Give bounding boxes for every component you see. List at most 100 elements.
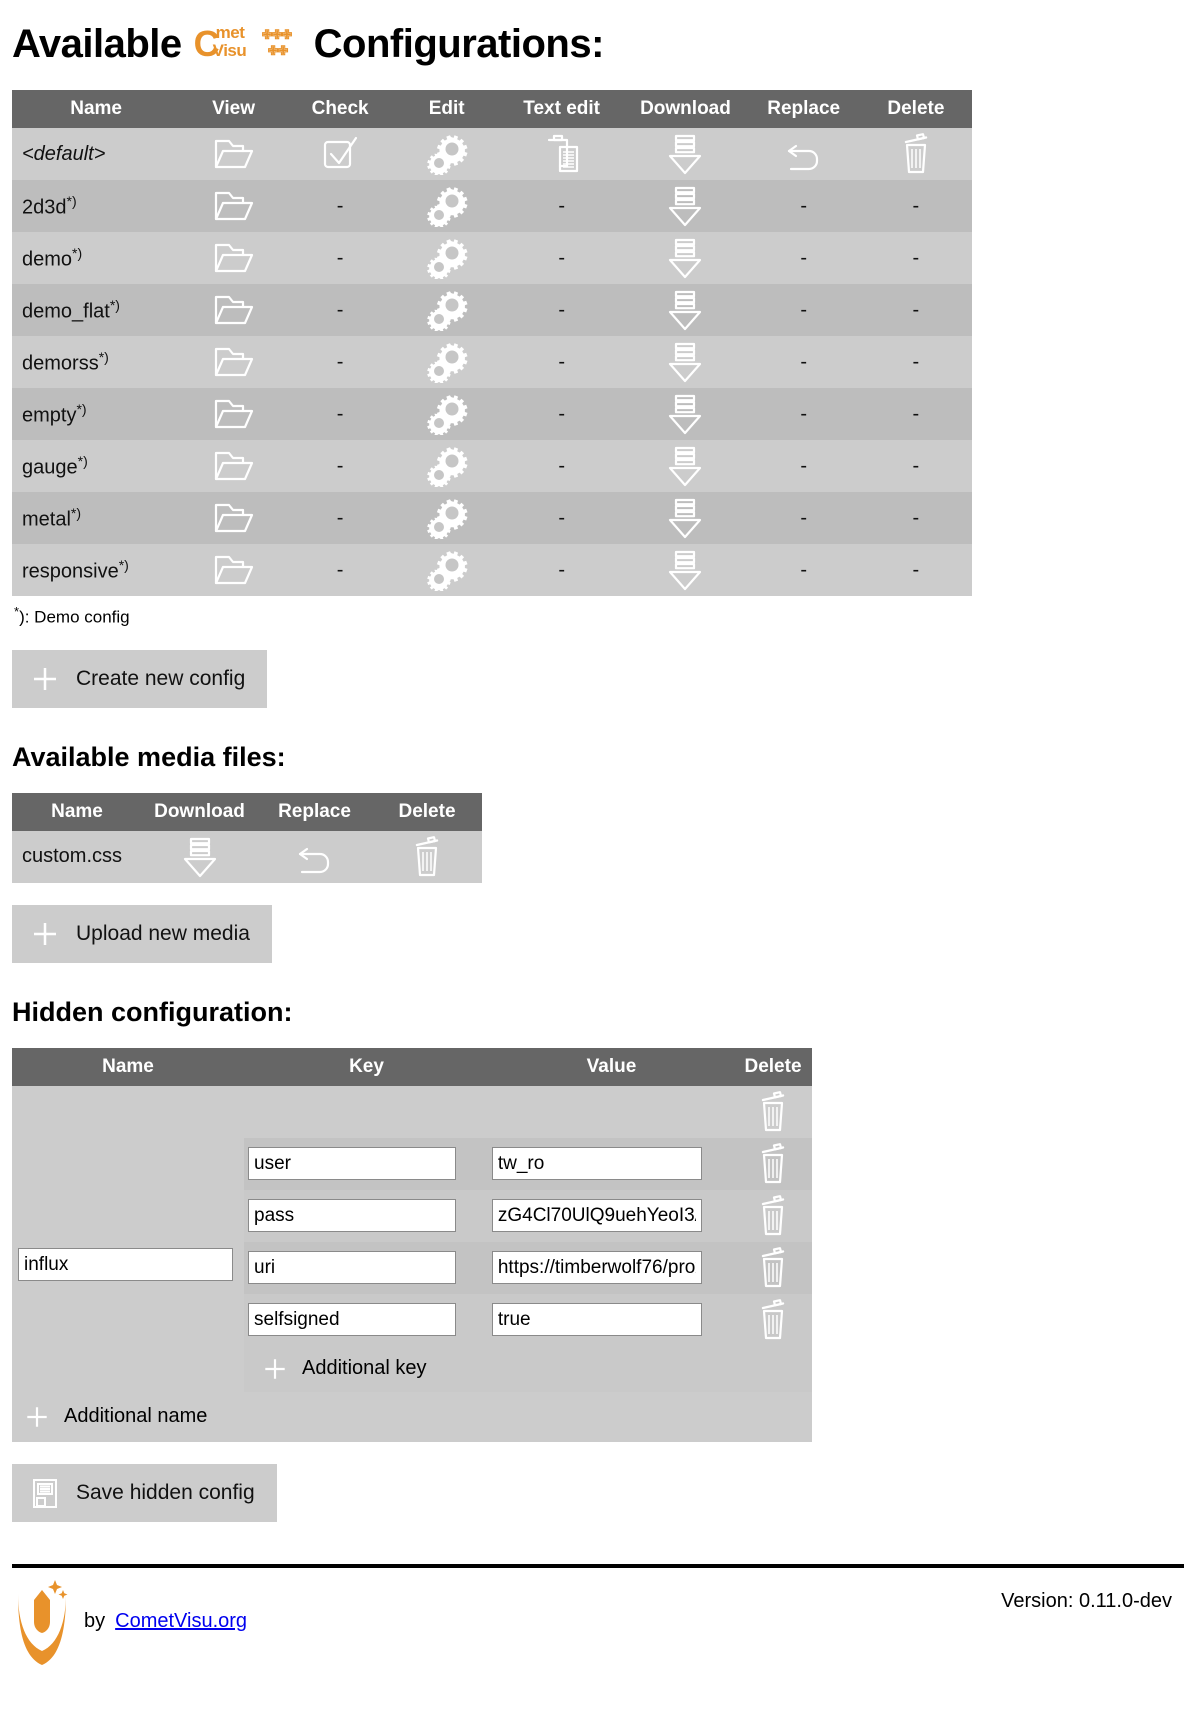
empty-placeholder: -	[558, 194, 565, 217]
trash-icon[interactable]	[410, 835, 444, 878]
clipboard-icon[interactable]	[541, 132, 583, 176]
key-input[interactable]	[248, 1303, 456, 1337]
delete-pair-cell[interactable]	[734, 1241, 812, 1294]
cell-textedit: -	[499, 492, 624, 544]
folder-icon[interactable]	[212, 292, 256, 328]
gears-icon[interactable]	[425, 445, 469, 489]
gears-icon[interactable]	[425, 393, 469, 437]
gears-icon[interactable]	[425, 133, 469, 177]
gears-icon[interactable]	[425, 185, 469, 229]
empty-placeholder: -	[912, 402, 920, 425]
cell-view[interactable]	[180, 284, 287, 336]
save-hidden-config-button[interactable]: Save hidden config	[12, 1463, 277, 1522]
folder-icon[interactable]	[212, 240, 256, 276]
download-icon[interactable]	[666, 288, 704, 332]
gears-icon[interactable]	[425, 497, 469, 541]
cell-edit[interactable]	[393, 232, 500, 284]
cell-check[interactable]	[286, 128, 394, 180]
trash-icon[interactable]	[756, 1194, 790, 1237]
hidden-name-input[interactable]	[18, 1248, 233, 1282]
table-row: empty*) - - - -	[12, 388, 972, 440]
delete-group-cell[interactable]	[734, 1085, 812, 1138]
gears-icon[interactable]	[425, 237, 469, 281]
checkbox-icon[interactable]	[320, 134, 360, 174]
download-icon[interactable]	[666, 548, 704, 592]
cell-delete[interactable]	[859, 128, 972, 180]
upload-new-media-button[interactable]: Upload new media	[12, 904, 272, 963]
folder-icon[interactable]	[212, 136, 256, 172]
cell-replace[interactable]	[747, 128, 860, 180]
cell-edit[interactable]	[393, 388, 500, 440]
cell-download[interactable]	[623, 440, 748, 492]
cell-edit[interactable]	[393, 128, 500, 180]
replace-icon[interactable]	[294, 837, 336, 877]
cell-download[interactable]	[623, 128, 748, 180]
cell-edit[interactable]	[393, 440, 500, 492]
cell-textedit[interactable]	[499, 128, 624, 180]
cell-view[interactable]	[180, 492, 287, 544]
download-icon[interactable]	[666, 132, 704, 176]
cell-view[interactable]	[180, 336, 287, 388]
media-cell-replace[interactable]	[257, 830, 372, 883]
download-icon[interactable]	[666, 392, 704, 436]
cell-download[interactable]	[623, 544, 748, 596]
cell-download[interactable]	[623, 388, 748, 440]
gears-icon[interactable]	[425, 341, 469, 385]
folder-icon[interactable]	[212, 344, 256, 380]
download-icon[interactable]	[666, 236, 704, 280]
trash-icon[interactable]	[756, 1090, 790, 1133]
cell-edit[interactable]	[393, 336, 500, 388]
cell-view[interactable]	[180, 440, 287, 492]
empty-placeholder: -	[336, 402, 344, 425]
cometvisu-org-link[interactable]: CometVisu.org	[115, 1610, 247, 1633]
download-icon[interactable]	[666, 184, 704, 228]
trash-icon[interactable]	[756, 1298, 790, 1341]
value-input[interactable]	[491, 1199, 702, 1233]
cell-edit[interactable]	[393, 284, 500, 336]
cell-download[interactable]	[623, 232, 748, 284]
folder-icon[interactable]	[212, 552, 256, 588]
folder-icon[interactable]	[212, 396, 256, 432]
cell-view[interactable]	[180, 232, 287, 284]
value-input[interactable]	[491, 1147, 702, 1181]
cell-download[interactable]	[623, 336, 748, 388]
replace-icon[interactable]	[783, 134, 825, 174]
cell-download[interactable]	[623, 492, 748, 544]
cell-download[interactable]	[623, 180, 748, 232]
trash-icon[interactable]	[899, 133, 933, 175]
additional-key-button[interactable]: Additional key	[244, 1345, 812, 1392]
cell-edit[interactable]	[393, 492, 500, 544]
cell-edit[interactable]	[393, 544, 500, 596]
gears-icon[interactable]	[425, 289, 469, 333]
value-input[interactable]	[491, 1303, 702, 1337]
cell-view[interactable]	[180, 128, 287, 180]
trash-icon[interactable]	[756, 1246, 790, 1289]
value-input[interactable]	[491, 1251, 702, 1285]
download-icon[interactable]	[666, 496, 704, 540]
delete-pair-cell[interactable]	[734, 1137, 812, 1190]
value-cell	[487, 1137, 734, 1190]
key-input[interactable]	[248, 1251, 456, 1285]
create-new-config-button[interactable]: Create new config	[12, 649, 268, 708]
folder-icon[interactable]	[212, 500, 256, 536]
empty-placeholder: -	[336, 298, 344, 321]
cell-view[interactable]	[180, 180, 287, 232]
key-input[interactable]	[248, 1199, 456, 1233]
trash-icon[interactable]	[756, 1142, 790, 1185]
folder-icon[interactable]	[212, 448, 256, 484]
download-icon[interactable]	[181, 835, 219, 879]
media-cell-download[interactable]	[142, 830, 257, 883]
cell-view[interactable]	[180, 388, 287, 440]
delete-pair-cell[interactable]	[734, 1293, 812, 1346]
key-input[interactable]	[248, 1147, 456, 1181]
gears-icon[interactable]	[425, 549, 469, 593]
cell-download[interactable]	[623, 284, 748, 336]
download-icon[interactable]	[666, 444, 704, 488]
cell-view[interactable]	[180, 544, 287, 596]
additional-name-button[interactable]: Additional name	[12, 1391, 812, 1442]
folder-icon[interactable]	[212, 188, 256, 224]
delete-pair-cell[interactable]	[734, 1189, 812, 1242]
cell-edit[interactable]	[393, 180, 500, 232]
media-cell-delete[interactable]	[372, 830, 482, 883]
download-icon[interactable]	[666, 340, 704, 384]
